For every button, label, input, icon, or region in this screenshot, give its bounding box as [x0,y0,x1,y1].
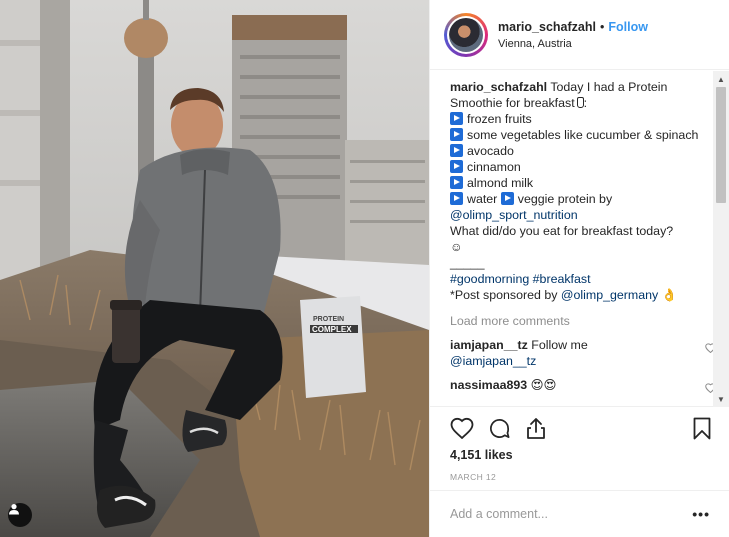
comment-bubble-icon[interactable] [488,417,511,440]
caption-item: avocado [450,143,708,159]
play-button-emoji-icon [450,112,463,125]
caption-item: frozen fruits [450,111,708,127]
avatar-story-ring[interactable] [444,12,488,57]
caption-item: cinnamon [450,159,708,175]
post-actions [450,414,711,442]
product-label-top: PROTEIN [313,316,344,323]
post-header: mario_schafzahl • Follow Vienna, Austria [430,0,729,70]
caption-item: some vegetables like cucumber & spinach [450,127,708,143]
mention-link[interactable]: @olimp_sport_nutrition [450,207,708,223]
scroll-down-arrow-icon[interactable]: ▼ [713,391,729,407]
caption-question: What did/do you eat for breakfast today? [450,224,674,238]
comment-text: 😍😍 [530,378,557,392]
caption-emoji: ☺ [450,240,463,254]
comment-username[interactable]: nassimaa893 [450,378,527,392]
play-button-emoji-icon [450,192,463,205]
add-comment-bar: ••• [430,490,729,537]
bottle-emoji [576,97,584,108]
play-button-emoji-icon [500,192,514,205]
like-heart-icon[interactable] [450,417,474,439]
post-photo[interactable]: PROTEIN COMPLEX [0,0,429,537]
comment-mention-link[interactable]: @iamjapan__tz [450,353,692,369]
post-image: PROTEIN COMPLEX [0,0,429,537]
play-button-emoji-icon [450,176,463,189]
scrollbar-thumb[interactable] [716,87,726,203]
post-side-panel: mario_schafzahl • Follow Vienna, Austria… [429,0,729,537]
sponsor-line: *Post sponsored by @olimp_germany 👌 [450,288,678,302]
post-date[interactable]: MARCH 12 [450,472,496,482]
caption-item: water veggie protein by [450,191,708,207]
comment-text: Follow me [531,338,588,352]
caption-rule: _____ [450,256,485,270]
comments-scrollbar[interactable]: ▲ ▼ [713,71,729,407]
bookmark-icon[interactable] [693,417,711,440]
caption-item: almond milk [450,175,708,191]
product-label-main: COMPLEX [312,325,352,334]
share-upload-icon[interactable] [525,417,547,440]
caption-username[interactable]: mario_schafzahl [450,80,547,94]
caption: mario_schafzahl Today I had a Protein Sm… [450,79,708,303]
follow-button[interactable]: Follow [608,20,648,34]
comment-item: nassimaa893 😍😍 [450,377,716,394]
comment-input[interactable] [450,507,693,521]
more-options-icon[interactable]: ••• [692,506,710,522]
person-icon [9,504,19,515]
play-button-emoji-icon [450,128,463,141]
caption-intro-tail: : [583,96,588,110]
load-more-comments-button[interactable]: Load more comments [450,313,708,329]
comments-list[interactable]: mario_schafzahl Today I had a Protein Sm… [430,71,729,407]
scroll-up-arrow-icon[interactable]: ▲ [713,71,729,87]
header-username[interactable]: mario_schafzahl [498,20,596,34]
comment-item: iamjapan__tz Follow me @iamjapan__tz [450,337,716,369]
comment-username[interactable]: iamjapan__tz [450,338,528,352]
sponsor-mention-link[interactable]: @olimp_germany [561,288,658,302]
separator-dot: • [599,19,605,34]
tagged-users-button[interactable] [8,503,32,527]
play-button-emoji-icon [450,144,463,157]
hashtag-links[interactable]: #goodmorning #breakfast [450,271,708,287]
location-link[interactable]: Vienna, Austria [498,38,648,50]
avatar[interactable] [449,17,483,52]
play-button-emoji-icon [450,160,463,173]
likes-count[interactable]: 4,151 likes [450,448,513,462]
ok-hand-emoji: 👌 [661,288,678,302]
